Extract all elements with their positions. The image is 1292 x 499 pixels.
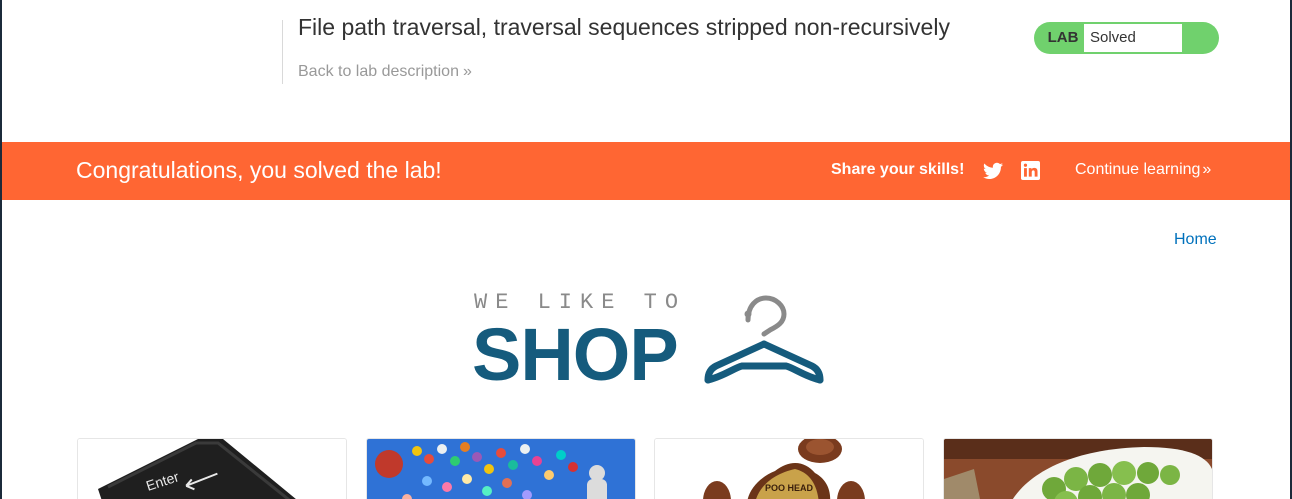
lab-status-value: Solved — [1084, 24, 1182, 52]
product-card-balloons[interactable] — [366, 438, 636, 499]
header-divider — [282, 20, 283, 84]
continue-learning-label: Continue learning — [1075, 161, 1201, 178]
poo-head-game-image: POO HEAD — [655, 439, 923, 499]
logo-word: SHOP — [472, 313, 679, 396]
continue-learning-link[interactable]: Continue learning» — [1075, 161, 1211, 179]
double-chevron-right-icon: » — [1202, 161, 1212, 178]
product-card-keyboard[interactable]: Enter — [77, 438, 347, 499]
back-to-lab-description-link[interactable]: Back to lab description» — [298, 63, 472, 81]
solved-banner: Congratulations, you solved the lab! Sha… — [2, 142, 1290, 200]
shop-logo: WE LIKE TO SHOP — [472, 290, 832, 396]
keyboard-enter-key-image: Enter — [78, 439, 346, 499]
balloons-image — [367, 439, 635, 499]
double-chevron-right-icon: » — [462, 63, 472, 80]
lab-title: File path traversal, traversal sequences… — [298, 14, 950, 40]
home-link[interactable]: Home — [1174, 231, 1217, 249]
lab-status-widget: LAB Solved — [1034, 22, 1219, 54]
hanger-icon — [704, 295, 824, 384]
lab-badge-label: LAB — [1047, 29, 1079, 46]
poo-head-label: POO HEAD — [765, 483, 814, 493]
product-card-sprouts[interactable] — [943, 438, 1213, 499]
banner-message: Congratulations, you solved the lab! — [76, 157, 442, 183]
brussels-sprouts-image — [944, 439, 1212, 499]
share-skills-label: Share your skills! — [831, 161, 965, 178]
lab-header: File path traversal, traversal sequences… — [2, 0, 1290, 142]
back-link-label: Back to lab description — [298, 63, 459, 80]
product-card-poo-head[interactable]: POO HEAD — [654, 438, 924, 499]
linkedin-icon[interactable] — [1021, 161, 1040, 180]
twitter-icon[interactable] — [983, 162, 1003, 180]
page-frame: File path traversal, traversal sequences… — [0, 0, 1292, 499]
